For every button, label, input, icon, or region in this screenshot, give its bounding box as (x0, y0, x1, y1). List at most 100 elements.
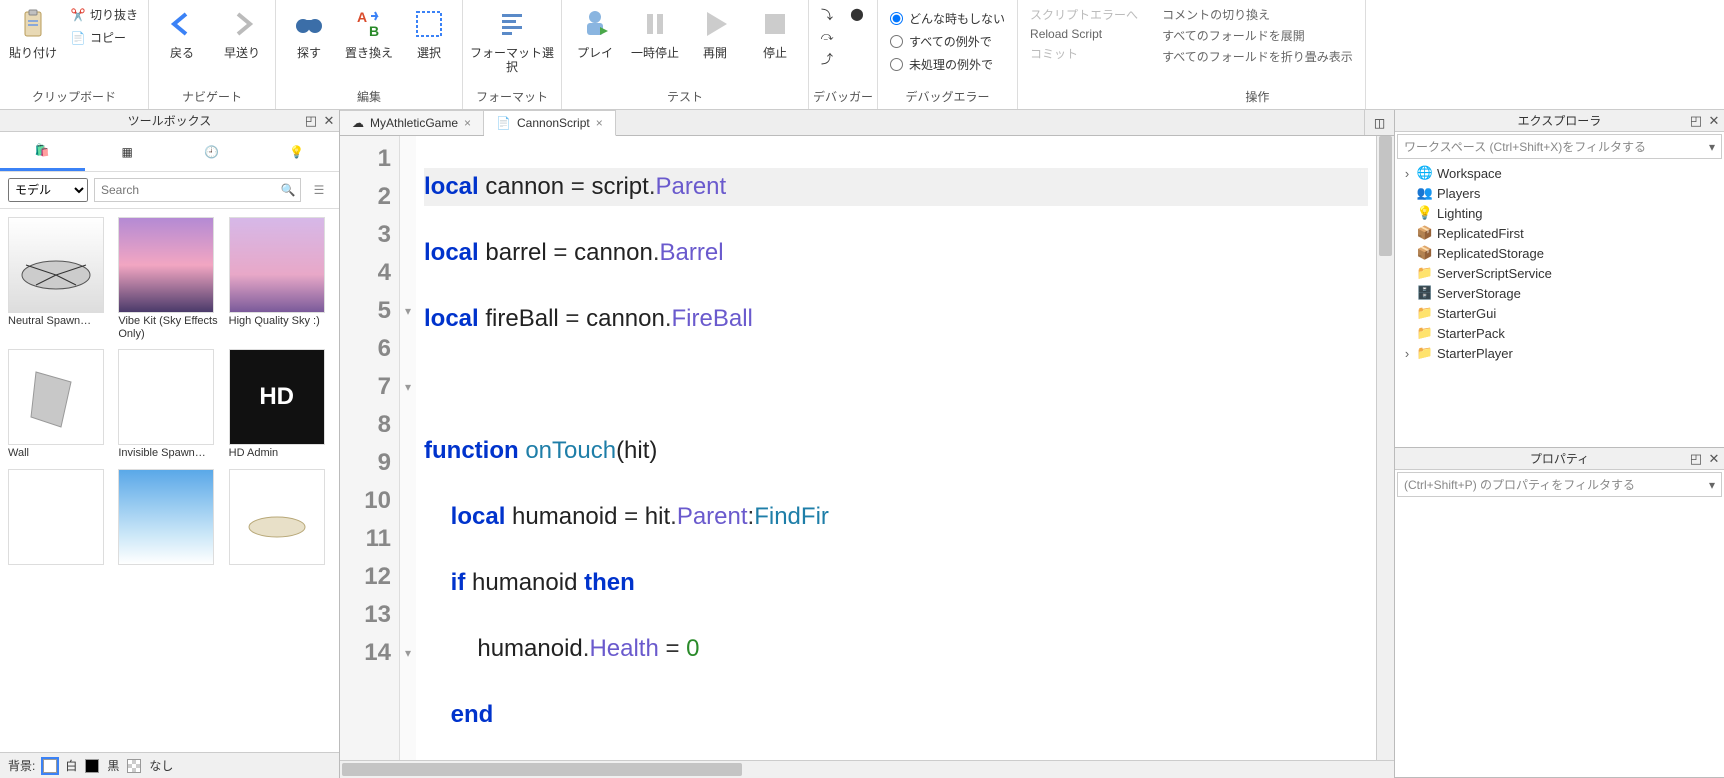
toolbox-tab-marketplace[interactable]: 🛍️ (0, 132, 85, 171)
search-input[interactable] (95, 179, 276, 201)
close-panel-button[interactable]: ✕ (321, 113, 337, 129)
split-icon: ◫ (1374, 116, 1385, 130)
toolbox-item[interactable]: Neutral Spawn… (8, 217, 110, 341)
toolbox-item[interactable] (229, 469, 331, 567)
toolbox-item[interactable]: High Quality Sky :) (229, 217, 331, 341)
explorer-tree[interactable]: ›🌐Workspace 👥Players 💡Lighting 📦Replicat… (1395, 161, 1724, 447)
undock-button[interactable]: ◰ (1688, 451, 1704, 467)
tree-item-serverstorage[interactable]: 🗄️ServerStorage (1399, 283, 1720, 303)
category-select[interactable]: モデル (8, 178, 88, 202)
tree-item-replicatedfirst[interactable]: 📦ReplicatedFirst (1399, 223, 1720, 243)
toolbox-grid[interactable]: Neutral Spawn… Vibe Kit (Sky Effects Onl… (0, 209, 339, 752)
close-panel-button[interactable]: ✕ (1706, 113, 1722, 129)
bg-white-swatch[interactable] (43, 759, 57, 773)
copy-button[interactable]: 📄コピー (66, 27, 142, 48)
tree-item-replicatedstorage[interactable]: 📦ReplicatedStorage (1399, 243, 1720, 263)
pause-button[interactable]: 一時停止 (626, 2, 684, 64)
vertical-scrollbar[interactable] (1376, 136, 1394, 760)
properties-filter-input[interactable]: (Ctrl+Shift+P) のプロパティをフィルタする▾ (1397, 472, 1722, 497)
tree-item-workspace[interactable]: ›🌐Workspace (1399, 163, 1720, 183)
play-button[interactable]: プレイ (566, 2, 624, 64)
arrow-right-icon (224, 6, 260, 42)
step-into-button[interactable]: ⤵ (815, 4, 839, 24)
editor-tab[interactable]: ☁ MyAthleticGame × (340, 110, 484, 135)
tree-item-starterplayer[interactable]: ›📁StarterPlayer (1399, 343, 1720, 363)
toolbox-item[interactable]: Wall (8, 349, 110, 460)
clock-icon: 🕘 (204, 145, 219, 159)
toolbox-tab-creations[interactable]: 💡 (254, 132, 339, 171)
paste-button[interactable]: 貼り付け (4, 2, 62, 64)
tree-item-startergui[interactable]: 📁StarterGui (1399, 303, 1720, 323)
resume-button[interactable]: 再開 (686, 2, 744, 64)
binoculars-icon (291, 6, 327, 42)
svg-text:A: A (357, 9, 367, 25)
tree-item-serverscriptservice[interactable]: 📁ServerScriptService (1399, 263, 1720, 283)
toolbox-item[interactable]: Vibe Kit (Sky Effects Only) (118, 217, 220, 341)
script-icon: 📄 (496, 116, 511, 130)
expand-all-folds-button[interactable]: すべてのフォールドを展開 (1162, 27, 1353, 44)
undock-button[interactable]: ◰ (1688, 113, 1704, 129)
storage-icon: 📦 (1417, 245, 1433, 261)
explorer-panel: エクスプローラ ◰✕ ワークスペース (Ctrl+Shift+X)をフィルタする… (1395, 110, 1724, 448)
toolbox-item[interactable] (118, 469, 220, 567)
dropdown-icon: ▾ (1709, 140, 1715, 154)
storage-icon: 📦 (1417, 225, 1433, 241)
step-out-icon: ⤴ (819, 50, 835, 66)
step-over-icon: ⤼ (819, 28, 835, 44)
format-selection-button[interactable]: フォーマット選択 (467, 2, 557, 79)
search-button[interactable]: 🔍 (276, 179, 300, 201)
commit-button[interactable]: コミット (1030, 45, 1138, 62)
close-tab-button[interactable]: × (464, 116, 471, 130)
step-out-button[interactable]: ⤴ (815, 48, 839, 68)
close-panel-button[interactable]: ✕ (1706, 451, 1722, 467)
toolbox-tab-recent[interactable]: 🕘 (170, 132, 255, 171)
storage-icon: 🗄️ (1417, 285, 1433, 301)
forward-button[interactable]: 早送り (213, 2, 271, 64)
ribbon-group-navigate: 戻る 早送り ナビゲート (149, 0, 276, 109)
tree-item-players[interactable]: 👥Players (1399, 183, 1720, 203)
replace-button[interactable]: AB 置き換え (340, 2, 398, 64)
properties-body (1395, 499, 1724, 777)
filter-button[interactable]: ☰ (307, 178, 331, 202)
explorer-filter-input[interactable]: ワークスペース (Ctrl+Shift+X)をフィルタする▾ (1397, 134, 1722, 159)
line-gutter: 1234567891011121314 (340, 136, 400, 760)
properties-panel: プロパティ ◰✕ (Ctrl+Shift+P) のプロパティをフィルタする▾ (1395, 448, 1724, 778)
toggle-comment-button[interactable]: コメントの切り換え (1162, 6, 1353, 23)
debug-error-never[interactable]: どんな時もしない (884, 8, 1011, 29)
toolbox-item[interactable] (8, 469, 110, 567)
dropdown-icon: ▾ (1709, 478, 1715, 492)
collapse-all-folds-button[interactable]: すべてのフォールドを折り畳み表示 (1162, 48, 1353, 65)
format-icon (494, 6, 530, 42)
properties-title: プロパティ (1530, 450, 1589, 467)
undock-button[interactable]: ◰ (303, 113, 319, 129)
back-button[interactable]: 戻る (153, 2, 211, 64)
svg-text:B: B (369, 23, 379, 39)
debug-error-all[interactable]: すべての例外で (884, 31, 1011, 52)
toolbox-tab-inventory[interactable]: ▦ (85, 132, 170, 171)
cut-button[interactable]: ✂️切り抜き (66, 4, 142, 25)
grid-icon: ▦ (121, 145, 132, 159)
debug-error-unhandled[interactable]: 未処理の例外で (884, 54, 1011, 75)
bg-none-swatch[interactable] (127, 759, 141, 773)
expand-icon[interactable]: › (1401, 166, 1413, 181)
step-over-button[interactable]: ⤼ (815, 26, 839, 46)
select-button[interactable]: 選択 (400, 2, 458, 64)
tree-item-lighting[interactable]: 💡Lighting (1399, 203, 1720, 223)
close-tab-button[interactable]: × (596, 116, 603, 130)
code-content[interactable]: local cannon = script.Parent local barre… (416, 136, 1376, 760)
toolbox-item[interactable]: Invisible Spawn… (118, 349, 220, 460)
bg-black-swatch[interactable] (85, 759, 99, 773)
stop-button[interactable]: 停止 (746, 2, 804, 64)
editor-tab[interactable]: 📄 CannonScript × (484, 110, 616, 136)
expand-icon[interactable]: › (1401, 346, 1413, 361)
reload-script-button[interactable]: Reload Script (1030, 27, 1138, 41)
toolbox-item[interactable]: HDHD Admin (229, 349, 331, 460)
horizontal-scrollbar[interactable] (340, 760, 1394, 778)
scissors-icon: ✂️ (70, 7, 86, 23)
find-button[interactable]: 探す (280, 2, 338, 64)
breakpoint-button[interactable]: ⬤ (845, 4, 869, 24)
split-view-button[interactable]: ◫ (1364, 110, 1394, 135)
goto-script-error-button[interactable]: スクリプトエラーへ (1030, 6, 1138, 23)
code-editor[interactable]: 1234567891011121314 ▾▾▾ local cannon = s… (340, 136, 1394, 760)
tree-item-starterpack[interactable]: 📁StarterPack (1399, 323, 1720, 343)
